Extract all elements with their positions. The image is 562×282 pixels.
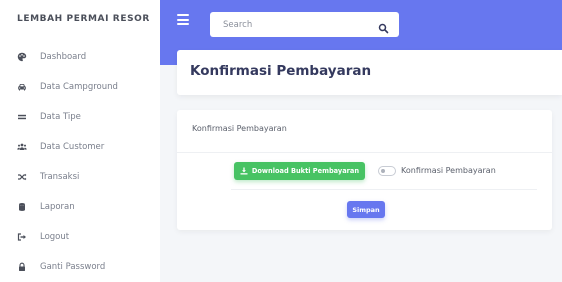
download-proof-button[interactable]: Download Bukti Pembayaran	[234, 162, 365, 180]
divider	[177, 152, 552, 153]
search-input[interactable]	[210, 12, 370, 37]
sidebar-item-ganti-password[interactable]: Ganti Password	[0, 256, 160, 278]
brand-title[interactable]: LEMBAH PERMAI RESOR	[17, 14, 150, 24]
sidebar-item-label: Data Campground	[40, 82, 118, 92]
divider	[231, 189, 537, 190]
users-icon	[16, 142, 27, 153]
download-icon	[240, 167, 248, 175]
card-title: Konfirmasi Pembayaran	[192, 124, 287, 133]
sidebar-item-data-tipe[interactable]: Data Tipe	[0, 106, 160, 128]
download-button-label: Download Bukti Pembayaran	[251, 167, 360, 175]
palette-icon	[16, 52, 27, 63]
sidebar-item-data-customer[interactable]: Data Customer	[0, 136, 160, 158]
shuffle-icon	[16, 172, 27, 183]
sidebar-item-transaksi[interactable]: Transaksi	[0, 166, 160, 188]
sidebar-item-label: Data Customer	[40, 142, 105, 152]
search-icon[interactable]	[378, 19, 389, 34]
hamburger-icon[interactable]	[177, 14, 189, 26]
sign-out-icon	[16, 232, 27, 243]
page-title: Konfirmasi Pembayaran	[190, 63, 372, 79]
confirmation-card: Konfirmasi Pembayaran Download Bukti Pem…	[177, 110, 552, 230]
sidebar-item-laporan[interactable]: Laporan	[0, 196, 160, 218]
search-box	[210, 12, 399, 37]
sidebar-item-dashboard[interactable]: Dashboard	[0, 46, 160, 68]
sidebar-item-label: Data Tipe	[40, 112, 81, 122]
sidebar-item-label: Ganti Password	[40, 262, 106, 272]
car-icon	[16, 82, 27, 93]
sidebar: LEMBAH PERMAI RESOR Dashboard Data Campg…	[0, 0, 160, 282]
sidebar-item-data-campground[interactable]: Data Campground	[0, 76, 160, 98]
sidebar-item-label: Dashboard	[40, 52, 87, 62]
sidebar-item-logout[interactable]: Logout	[0, 226, 160, 248]
toggle-label[interactable]: Konfirmasi Pembayaran	[401, 166, 496, 175]
sidebar-item-label: Transaksi	[40, 172, 80, 182]
toggle-knob	[381, 169, 385, 173]
equals-icon	[16, 112, 27, 123]
confirm-payment-toggle[interactable]	[378, 166, 396, 176]
top-navbar	[160, 0, 562, 45]
section-header: Konfirmasi Pembayaran	[177, 50, 562, 95]
sidebar-item-label: Logout	[40, 232, 70, 242]
lock-icon	[16, 262, 27, 273]
sidebar-item-label: Laporan	[40, 202, 75, 212]
save-button[interactable]: Simpan	[347, 201, 385, 218]
database-icon	[16, 202, 27, 213]
